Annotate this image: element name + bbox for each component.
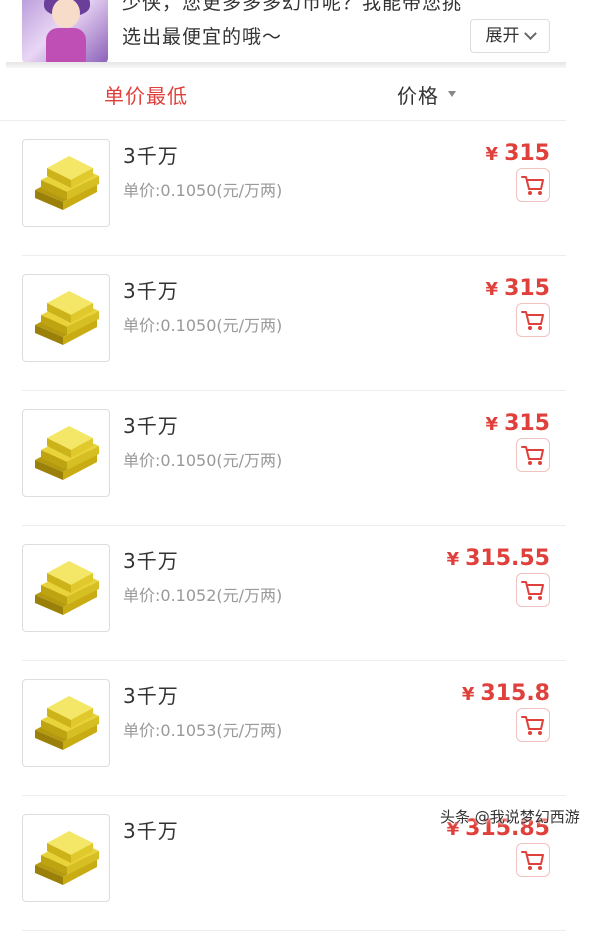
item-price: ¥315.8 xyxy=(462,681,550,706)
item-price: ¥315 xyxy=(486,276,550,301)
item-name: 3千万 xyxy=(123,819,179,843)
cart-icon[interactable] xyxy=(516,303,550,337)
currency-symbol: ¥ xyxy=(446,549,460,570)
npc-avatar xyxy=(22,0,108,64)
gold-bars-icon xyxy=(22,544,110,632)
item-name: 3千万 xyxy=(123,144,179,168)
list-item[interactable]: 3千万单价:0.1050(元/万两) ¥315 xyxy=(0,256,566,391)
cart-icon[interactable] xyxy=(516,438,550,472)
item-unit-price: 单价:0.1050(元/万两) xyxy=(123,181,283,200)
item-unit-price: 单价:0.1050(元/万两) xyxy=(123,451,283,470)
currency-symbol: ¥ xyxy=(485,414,499,435)
sort-lowest-unit-price[interactable]: 单价最低 xyxy=(104,80,188,109)
price-value: 315.55 xyxy=(465,546,550,571)
expand-button[interactable]: 展开 xyxy=(470,19,550,53)
gold-bars-icon xyxy=(22,679,110,767)
watermark: 头条 @我说梦幻西游 xyxy=(440,808,580,826)
item-name: 3千万 xyxy=(123,279,179,303)
price-value: 315 xyxy=(504,276,550,301)
price-value: 315 xyxy=(504,411,550,436)
item-name: 3千万 xyxy=(123,684,179,708)
item-price: ¥315 xyxy=(486,141,550,166)
item-price: ¥315 xyxy=(486,411,550,436)
currency-symbol: ¥ xyxy=(485,279,499,300)
gold-bars-icon xyxy=(22,274,110,362)
gold-bars-icon xyxy=(22,139,110,227)
gold-bars-icon xyxy=(22,409,110,497)
cart-icon[interactable] xyxy=(516,168,550,202)
item-unit-price: 单价:0.1053(元/万两) xyxy=(123,721,283,740)
list-item[interactable]: 3千万单价:0.1050(元/万两) ¥315 xyxy=(0,121,566,256)
item-price: ¥315.55 xyxy=(447,546,550,571)
cart-icon[interactable] xyxy=(516,708,550,742)
sort-price[interactable]: 价格 xyxy=(397,80,439,109)
cart-icon[interactable] xyxy=(516,843,550,877)
item-name: 3千万 xyxy=(123,414,179,438)
price-value: 315.8 xyxy=(480,681,550,706)
caret-down-icon[interactable] xyxy=(448,91,456,97)
chevron-down-icon xyxy=(523,27,537,41)
currency-symbol: ¥ xyxy=(461,684,475,705)
item-unit-price: 单价:0.1050(元/万两) xyxy=(123,316,283,335)
list-item[interactable]: 3千万单价:0.1053(元/万两) ¥315.8 xyxy=(0,661,566,796)
list-item[interactable]: 3千万单价:0.1050(元/万两) ¥315 xyxy=(0,391,566,526)
item-name: 3千万 xyxy=(123,549,179,573)
item-unit-price: 单价:0.1052(元/万两) xyxy=(123,586,283,605)
sort-bar: 单价最低 价格 xyxy=(0,68,566,121)
chat-banner: 少侠，您更多多多幻币呢？我能带您挑选出最便宜的哦～ 展开 xyxy=(0,0,592,66)
currency-symbol: ¥ xyxy=(485,144,499,165)
price-value: 315 xyxy=(504,141,550,166)
cart-icon[interactable] xyxy=(516,573,550,607)
banner-message: 少侠，您更多多多幻币呢？我能带您挑选出最便宜的哦～ xyxy=(122,0,463,48)
list-item[interactable]: 3千万单价:0.1052(元/万两) ¥315.55 xyxy=(0,526,566,661)
expand-label: 展开 xyxy=(485,26,520,46)
gold-bars-icon xyxy=(22,814,110,902)
